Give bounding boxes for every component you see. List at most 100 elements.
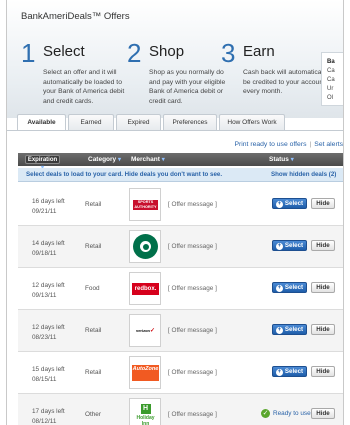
hide-button[interactable]: Hide (311, 324, 335, 335)
expiration-cell: 15 days left 08/15/11 (32, 365, 65, 385)
offer-message[interactable]: [ Offer message ] (168, 201, 217, 208)
select-label: Select (284, 368, 304, 375)
hide-button[interactable]: Hide (311, 408, 335, 419)
merchant-logo: AutoZone (129, 356, 161, 389)
step-number: 2 (127, 38, 142, 68)
sort-arrow-icon: ▾ (161, 157, 165, 163)
sort-merchant-button[interactable]: Merchant ▾ (131, 153, 165, 167)
expiration-date: 09/18/11 (32, 250, 57, 257)
days-left: 14 days left (32, 240, 65, 247)
offer-message[interactable]: [ Offer message ] (168, 243, 217, 250)
select-button[interactable]: + Select (272, 324, 307, 335)
select-button[interactable]: + Select (272, 366, 307, 377)
offer-row: 14 days left 09/18/11 Retail [ Offer mes… (18, 226, 343, 268)
expiration-cell: 14 days left 09/18/11 (32, 239, 65, 259)
tab-expired[interactable]: Expired (116, 114, 161, 130)
select-label: Select (284, 284, 304, 291)
offer-message[interactable]: [ Offer message ] (168, 411, 217, 418)
select-label: Select (284, 242, 304, 249)
select-button[interactable]: + Select (272, 198, 307, 209)
hide-button[interactable]: Hide (311, 198, 335, 209)
offer-row: 16 days left 09/21/11 Retail SPORTS AUTH… (18, 184, 343, 226)
sort-arrow-icon: ▾ (290, 157, 294, 163)
sort-category-button[interactable]: Category ▾ (88, 153, 121, 167)
category-cell: Retail (85, 201, 102, 208)
tab-divider (7, 130, 343, 131)
verizon-logo: verizon✓ (133, 325, 158, 337)
show-hidden-deals-link[interactable]: Show hidden deals (2) (271, 168, 336, 182)
check-circle-icon: ✓ (261, 409, 270, 418)
tab-earned[interactable]: Earned (68, 114, 114, 130)
step-number: 1 (21, 38, 36, 68)
hide-button[interactable]: Hide (311, 366, 335, 377)
step-title: Shop (149, 43, 185, 60)
offers-page: BankAmeriDeals™ Offers 1 Select Select a… (6, 0, 344, 425)
ready-to-use-status: ✓ Ready to use (261, 409, 311, 419)
category-cell: Food (85, 285, 100, 292)
offer-message[interactable]: [ Offer message ] (168, 327, 217, 334)
expiration-date: 09/21/11 (32, 208, 57, 215)
category-cell: Retail (85, 243, 102, 250)
tab-available[interactable]: Available (17, 114, 66, 131)
days-left: 12 days left (32, 324, 65, 331)
hide-button[interactable]: Hide (311, 282, 335, 293)
offer-row: 17 days left 08/12/11 Other H Holiday Inn… (18, 394, 343, 425)
expiration-date: 08/23/11 (32, 334, 57, 341)
expiration-cell: 12 days left 09/13/11 (32, 281, 65, 301)
expiration-date: 08/12/11 (32, 418, 57, 425)
step-number: 3 (221, 38, 236, 68)
info-instructions: Select deals to load to your card. Hide … (26, 171, 223, 178)
days-left: 12 days left (32, 282, 65, 289)
select-button[interactable]: + Select (272, 240, 307, 251)
column-category-label: Category (88, 156, 117, 163)
top-links: Print ready to use offers | Set alerts (234, 141, 343, 148)
offer-message[interactable]: [ Offer message ] (168, 285, 217, 292)
side-panel-line: Ur (327, 86, 334, 92)
column-expiration-label: Expiration (27, 157, 58, 163)
select-button[interactable]: + Select (272, 282, 307, 293)
step-description: Select an offer and it will automaticall… (43, 69, 125, 105)
sort-status-button[interactable]: Status ▾ (269, 153, 294, 167)
days-left: 17 days left (32, 408, 65, 415)
category-cell: Retail (85, 369, 102, 376)
offer-row: 12 days left 08/23/11 Retail verizon✓ [ … (18, 310, 343, 352)
offer-message[interactable]: [ Offer message ] (168, 369, 217, 376)
summary-side-panel: Ba Ca Ca Ur Ol (321, 52, 343, 106)
hide-button[interactable]: Hide (311, 240, 335, 251)
autozone-logo: AutoZone (132, 365, 159, 381)
expiration-cell: 12 days left 08/23/11 (32, 323, 65, 343)
sort-arrow-icon: ▾ (118, 157, 122, 163)
plus-icon: + (275, 243, 283, 250)
select-label: Select (284, 200, 304, 207)
merchant-logo: SPORTS AUTHORITY (129, 188, 161, 221)
select-label: Select (284, 326, 304, 333)
print-offers-link[interactable]: Print ready to use offers (234, 141, 306, 148)
tab-preferences[interactable]: Preferences (163, 114, 217, 130)
expiration-cell: 17 days left 08/12/11 (32, 407, 65, 425)
set-alerts-link[interactable]: Set alerts (314, 141, 343, 148)
plus-icon: + (275, 327, 283, 334)
column-status-label: Status (269, 156, 289, 163)
offer-row: 15 days left 08/15/11 Retail AutoZone [ … (18, 352, 343, 394)
expiration-cell: 16 days left 09/21/11 (32, 197, 65, 217)
merchant-logo (129, 230, 161, 263)
sports-authority-logo: SPORTS AUTHORITY (133, 200, 158, 210)
holiday-inn-logo-text: Holiday Inn (136, 415, 155, 425)
table-header: Expiration ▾ Category ▾ Merchant ▾ Statu… (18, 153, 343, 171)
category-cell: Other (85, 411, 101, 418)
merchant-logo: H Holiday Inn (129, 398, 161, 425)
step-description: Shop as you normally do and pay with you… (149, 69, 226, 105)
side-panel-line: Ca (327, 68, 335, 74)
link-separator: | (309, 141, 312, 148)
page-title: BankAmeriDeals™ Offers (21, 11, 130, 22)
days-left: 15 days left (32, 366, 65, 373)
side-panel-line: Ca (327, 77, 335, 83)
expiration-date: 09/13/11 (32, 292, 57, 299)
column-merchant-label: Merchant (131, 156, 160, 163)
redbox-logo: redbox. (132, 283, 159, 295)
tab-how-offers-work[interactable]: How Offers Work (219, 114, 285, 130)
check-mark-icon: ✓ (149, 328, 156, 334)
merchant-logo: verizon✓ (129, 314, 161, 347)
plus-icon: + (275, 369, 283, 376)
sort-expiration-button[interactable]: Expiration ▾ (25, 155, 60, 171)
